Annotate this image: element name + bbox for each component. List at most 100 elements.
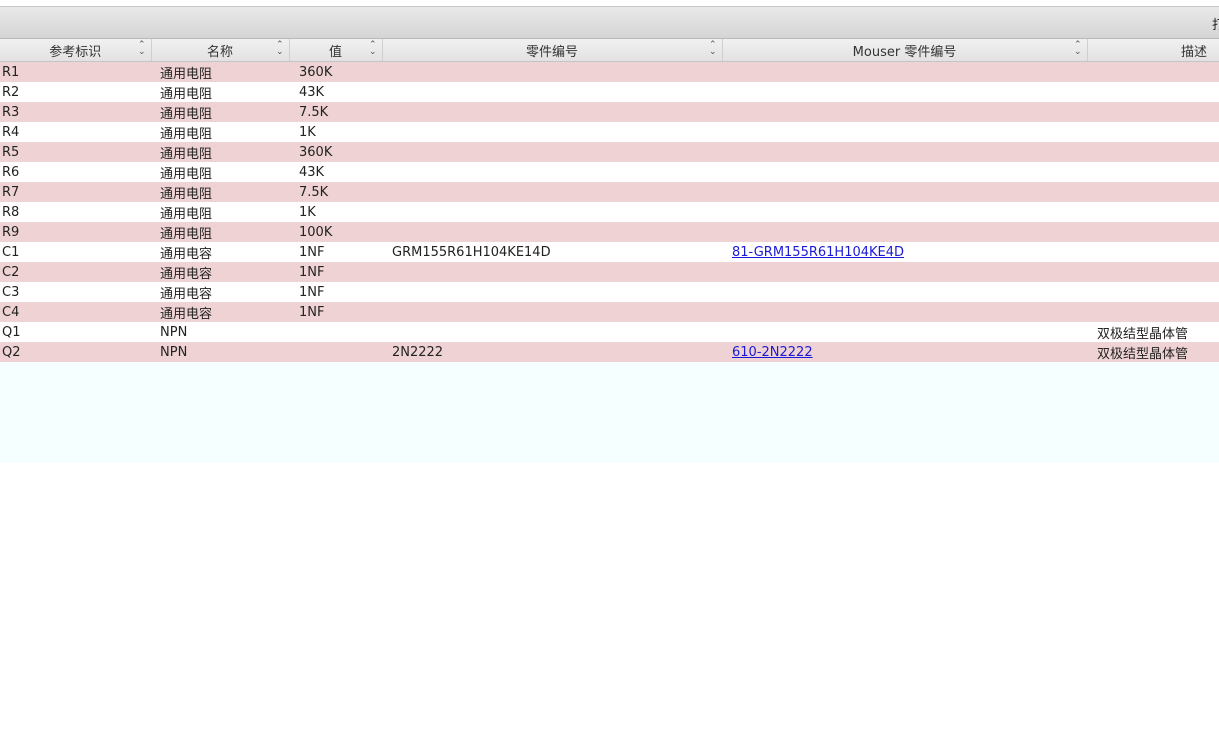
table-row[interactable]: C4 通用电容 1NF bbox=[0, 302, 1219, 322]
cell-mouser-part-number bbox=[722, 282, 1087, 302]
cell-value: 1K bbox=[289, 202, 382, 222]
cell-mouser-part-number bbox=[722, 162, 1087, 182]
cell-value: 1NF bbox=[289, 282, 382, 302]
table-row[interactable]: R4 通用电阻 1K bbox=[0, 122, 1219, 142]
cell-part-number bbox=[382, 102, 722, 122]
cell-name: 通用电容 bbox=[151, 242, 289, 262]
column-header-value[interactable]: 值 ⌃ ⌄ bbox=[289, 39, 383, 62]
cell-value bbox=[289, 342, 382, 362]
column-header-label: 零件编号 bbox=[525, 44, 578, 60]
cell-part-number bbox=[382, 61, 722, 82]
cell-name: 通用电阻 bbox=[151, 202, 289, 222]
table-row[interactable]: R2 通用电阻 43K bbox=[0, 82, 1219, 102]
cell-value: 1NF bbox=[289, 262, 382, 282]
cell-part-number bbox=[382, 122, 722, 142]
cell-description: 双极结型晶体管 bbox=[1087, 342, 1219, 362]
cell-reference: R5 bbox=[0, 142, 151, 162]
column-header-name[interactable]: 名称 ⌃ ⌄ bbox=[151, 39, 290, 62]
cell-mouser-part-number bbox=[722, 322, 1087, 342]
table-row[interactable]: Q1 NPN 双极结型晶体管 bbox=[0, 322, 1219, 342]
sort-icon[interactable]: ⌃ ⌄ bbox=[369, 41, 377, 57]
cell-value: 43K bbox=[289, 82, 382, 102]
sort-icon[interactable]: ⌃ ⌄ bbox=[138, 41, 146, 57]
column-header-ref[interactable]: 参考标识 ⌃ ⌄ bbox=[0, 39, 152, 62]
table-row[interactable]: C2 通用电容 1NF bbox=[0, 262, 1219, 282]
sort-icon[interactable]: ⌃ ⌄ bbox=[709, 41, 717, 57]
cell-mouser-part-number bbox=[722, 262, 1087, 282]
sort-icon[interactable]: ⌃ ⌄ bbox=[276, 41, 284, 57]
cell-description bbox=[1087, 142, 1219, 162]
cell-reference: R7 bbox=[0, 182, 151, 202]
cell-mouser-part-number: 610-2N2222 bbox=[722, 342, 1087, 362]
cell-reference: R6 bbox=[0, 162, 151, 182]
cell-value: 7.5K bbox=[289, 182, 382, 202]
cell-mouser-part-number bbox=[722, 82, 1087, 102]
cell-part-number bbox=[382, 222, 722, 242]
cell-name: 通用电容 bbox=[151, 262, 289, 282]
cell-description bbox=[1087, 61, 1219, 82]
cell-description bbox=[1087, 202, 1219, 222]
cell-part-number bbox=[382, 262, 722, 282]
table-row[interactable]: R8 通用电阻 1K bbox=[0, 202, 1219, 222]
cell-part-number bbox=[382, 162, 722, 182]
table-row[interactable]: C3 通用电容 1NF bbox=[0, 282, 1219, 302]
cell-name: 通用电阻 bbox=[151, 61, 289, 82]
column-header-label: 参考标识 bbox=[49, 44, 102, 60]
cell-part-number bbox=[382, 302, 722, 322]
cell-reference: Q1 bbox=[0, 322, 151, 342]
table-row[interactable]: C1 通用电容 1NF GRM155R61H104KE14D 81-GRM155R61H… bbox=[0, 242, 1219, 262]
table-row[interactable]: R7 通用电阻 7.5K bbox=[0, 182, 1219, 202]
bom-table: 参考标识 ⌃ ⌄ 名称 ⌃ ⌄ 值 ⌃ ⌄ 零件编号 ⌃ ⌄ Mouser 零件编号 bbox=[0, 39, 1219, 362]
cell-name: 通用电阻 bbox=[151, 102, 289, 122]
cell-name: 通用电阻 bbox=[151, 222, 289, 242]
cell-name: 通用电阻 bbox=[151, 142, 289, 162]
cell-part-number: GRM155R61H104KE14D bbox=[382, 242, 722, 262]
table-row[interactable]: R1 通用电阻 360K bbox=[0, 61, 1219, 82]
mouser-part-link[interactable]: 81-GRM155R61H104KE4D bbox=[732, 245, 904, 260]
cell-reference: C2 bbox=[0, 262, 151, 282]
cell-part-number bbox=[382, 322, 722, 342]
cell-mouser-part-number bbox=[722, 122, 1087, 142]
column-header-label: 描述 bbox=[1180, 44, 1207, 60]
cell-name: 通用电容 bbox=[151, 302, 289, 322]
cell-name: 通用电阻 bbox=[151, 182, 289, 202]
column-header-part-number[interactable]: 零件编号 ⌃ ⌄ bbox=[382, 39, 723, 62]
table-row[interactable]: R9 通用电阻 100K bbox=[0, 222, 1219, 242]
cell-part-number bbox=[382, 202, 722, 222]
table-row[interactable]: Q2 NPN 2N2222 610-2N2222 双极结型晶体管 bbox=[0, 342, 1219, 362]
toolbar-clipped-text: 打 bbox=[1211, 18, 1219, 33]
cell-mouser-part-number bbox=[722, 142, 1087, 162]
cell-value: 1K bbox=[289, 122, 382, 142]
column-header-mouser-part-number[interactable]: Mouser 零件编号 ⌃ ⌄ bbox=[722, 39, 1088, 62]
cell-description bbox=[1087, 102, 1219, 122]
cell-description bbox=[1087, 82, 1219, 102]
cell-value: 1NF bbox=[289, 302, 382, 322]
table-row[interactable]: R6 通用电阻 43K bbox=[0, 162, 1219, 182]
top-toolbar: 打 bbox=[0, 6, 1219, 39]
cell-reference: R3 bbox=[0, 102, 151, 122]
cell-mouser-part-number bbox=[722, 102, 1087, 122]
cell-value: 1NF bbox=[289, 242, 382, 262]
cell-name: 通用电阻 bbox=[151, 122, 289, 142]
cell-reference: R2 bbox=[0, 82, 151, 102]
cell-value: 43K bbox=[289, 162, 382, 182]
mouser-part-link[interactable]: 610-2N2222 bbox=[732, 345, 813, 360]
cell-value: 360K bbox=[289, 142, 382, 162]
cell-reference: C1 bbox=[0, 242, 151, 262]
bom-table-panel: 参考标识 ⌃ ⌄ 名称 ⌃ ⌄ 值 ⌃ ⌄ 零件编号 ⌃ ⌄ Mouser 零件编号 bbox=[0, 39, 1219, 463]
cell-value: 100K bbox=[289, 222, 382, 242]
cell-name: NPN bbox=[151, 322, 289, 342]
table-row[interactable]: R5 通用电阻 360K bbox=[0, 142, 1219, 162]
table-row[interactable]: R3 通用电阻 7.5K bbox=[0, 102, 1219, 122]
cell-description bbox=[1087, 162, 1219, 182]
cell-reference: C3 bbox=[0, 282, 151, 302]
cell-part-number bbox=[382, 282, 722, 302]
cell-reference: Q2 bbox=[0, 342, 151, 362]
cell-description bbox=[1087, 242, 1219, 262]
column-header-description[interactable]: 描述 bbox=[1087, 39, 1219, 62]
cell-reference: R4 bbox=[0, 122, 151, 142]
sort-icon[interactable]: ⌃ ⌄ bbox=[1074, 41, 1082, 57]
cell-part-number: 2N2222 bbox=[382, 342, 722, 362]
cell-mouser-part-number bbox=[722, 182, 1087, 202]
cell-mouser-part-number bbox=[722, 61, 1087, 82]
